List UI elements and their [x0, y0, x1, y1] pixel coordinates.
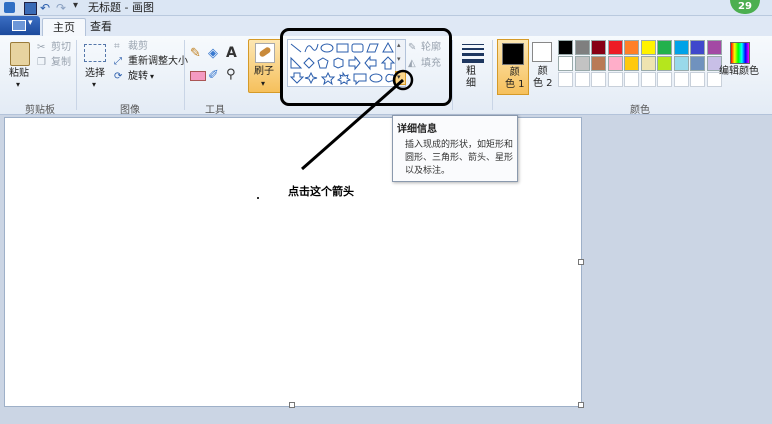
annotation-text: 点击这个箭头 [288, 185, 354, 198]
annotation-line [301, 69, 414, 171]
